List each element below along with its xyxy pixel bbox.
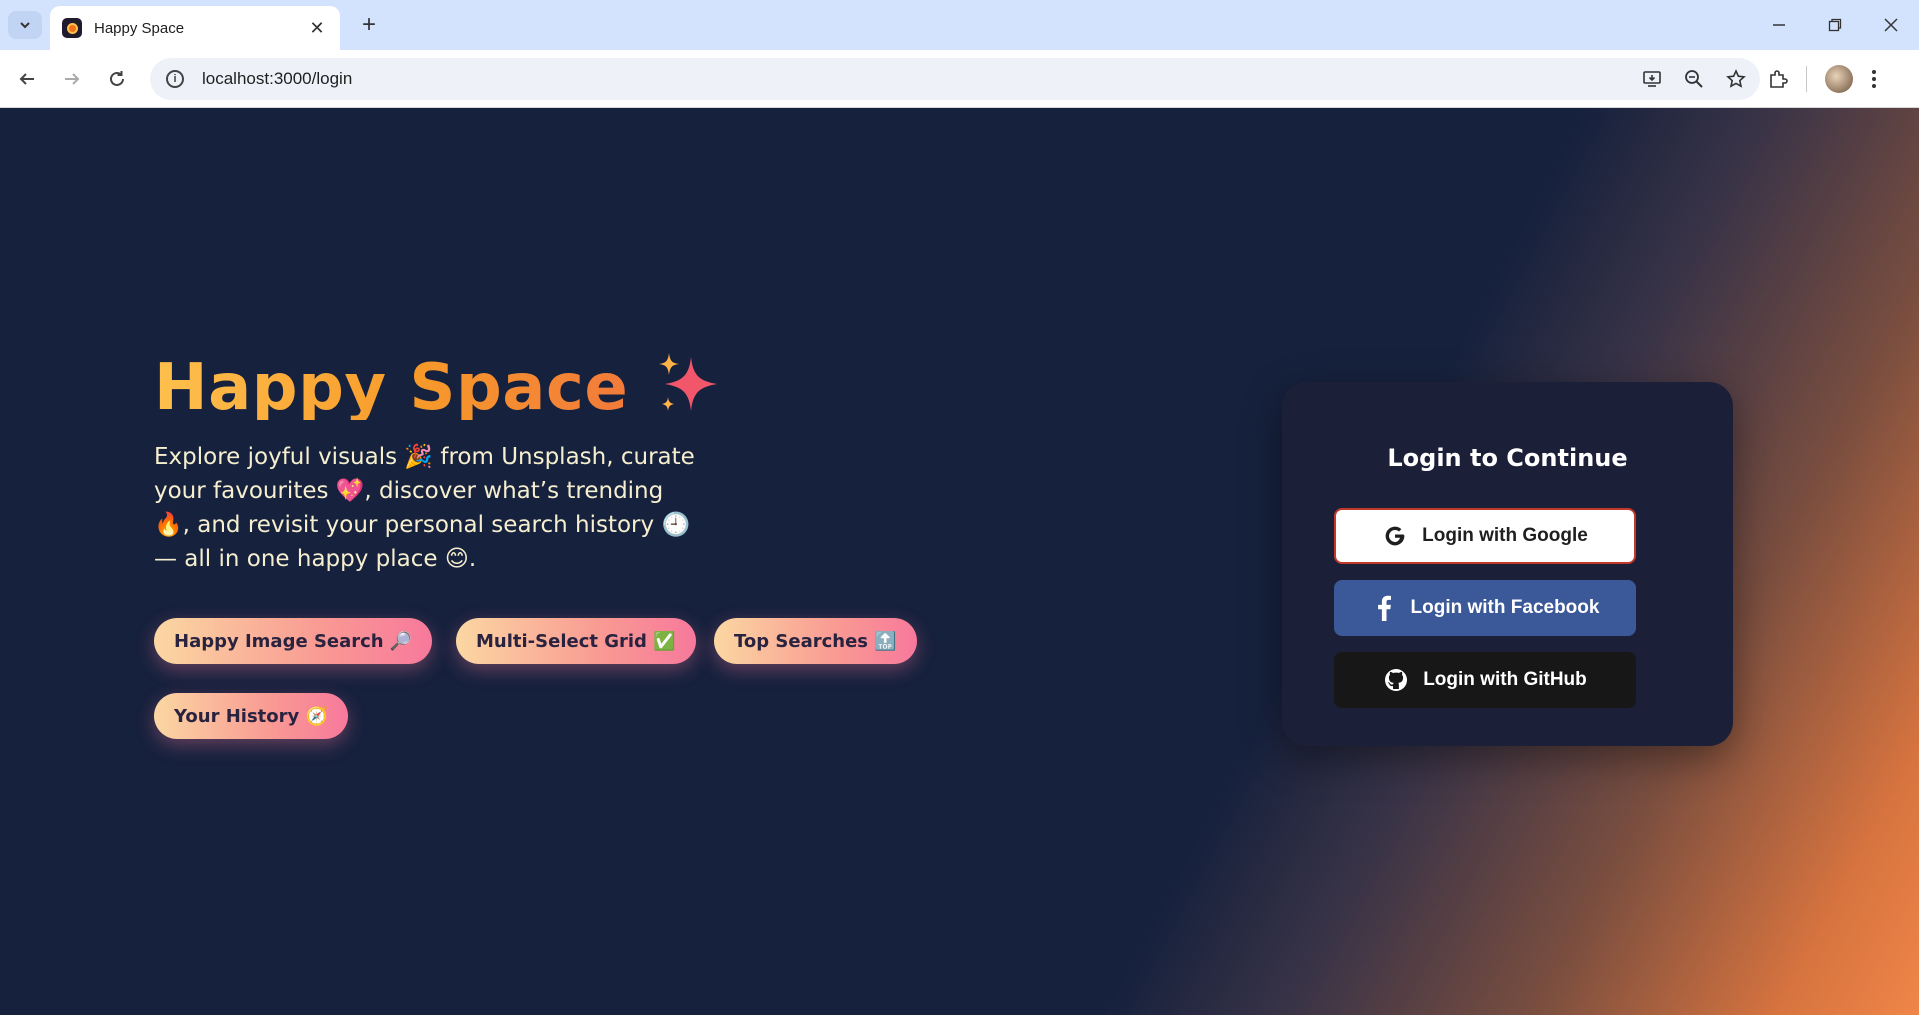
feature-chip-top-searches[interactable]: Top Searches 🔝 xyxy=(714,618,917,664)
chevron-down-icon xyxy=(20,22,30,29)
hero-title: Happy Space xyxy=(154,351,629,425)
back-button[interactable] xyxy=(12,64,42,94)
minimize-button[interactable] xyxy=(1751,0,1807,50)
facebook-icon xyxy=(1371,595,1397,621)
install-app-icon[interactable] xyxy=(1642,69,1662,89)
github-icon xyxy=(1383,667,1409,693)
login-title: Login to Continue xyxy=(1387,444,1628,472)
minimize-icon xyxy=(1773,24,1785,26)
tab-search-button[interactable] xyxy=(8,11,42,39)
feature-chip-image-search[interactable]: Happy Image Search 🔎 xyxy=(154,618,433,664)
extensions-area xyxy=(1768,64,1877,94)
google-icon xyxy=(1382,523,1408,549)
login-page: Happy Space Explore joyful visuals 🎉 fro… xyxy=(0,108,1919,1015)
app-favicon-icon xyxy=(62,18,82,38)
login-github-label: Login with GitHub xyxy=(1423,669,1587,690)
login-card: Login to Continue Login with Google Logi… xyxy=(1282,382,1733,746)
browser-toolbar: i localhost:3000/login xyxy=(0,50,1919,108)
close-tab-icon[interactable]: ✕ xyxy=(306,18,328,39)
feature-chip-multi-select[interactable]: Multi-Select Grid ✅ xyxy=(456,618,696,664)
site-info-icon[interactable]: i xyxy=(166,70,184,88)
zoom-icon[interactable] xyxy=(1684,69,1704,89)
toolbar-separator xyxy=(1806,66,1807,92)
url-text[interactable]: localhost:3000/login xyxy=(202,69,352,89)
close-window-button[interactable] xyxy=(1863,0,1919,50)
browser-tab-bar: Happy Space ✕ + xyxy=(0,0,1919,50)
feature-chip-history[interactable]: Your History 🧭 xyxy=(154,693,348,739)
arrow-right-icon xyxy=(65,73,80,85)
arrow-left-icon xyxy=(19,73,34,85)
login-facebook-label: Login with Facebook xyxy=(1410,597,1600,618)
profile-avatar[interactable] xyxy=(1825,65,1853,93)
login-google-button[interactable]: Login with Google xyxy=(1334,508,1636,564)
address-bar[interactable]: i localhost:3000/login xyxy=(150,58,1760,100)
sparkle-icon xyxy=(655,353,721,420)
login-google-label: Login with Google xyxy=(1422,525,1588,546)
tab-title: Happy Space xyxy=(94,19,185,37)
close-icon xyxy=(1884,18,1898,32)
new-tab-button[interactable]: + xyxy=(354,11,384,39)
browser-tab[interactable]: Happy Space ✕ xyxy=(50,6,340,50)
login-facebook-button[interactable]: Login with Facebook xyxy=(1334,580,1636,636)
window-controls xyxy=(1751,0,1919,50)
reload-icon xyxy=(110,71,124,86)
login-github-button[interactable]: Login with GitHub xyxy=(1334,652,1636,708)
hero-description: Explore joyful visuals 🎉 from Unsplash, … xyxy=(154,444,695,572)
hero-section: Happy Space Explore joyful visuals 🎉 fro… xyxy=(154,353,934,576)
bookmark-star-icon[interactable] xyxy=(1726,69,1746,89)
extensions-icon[interactable] xyxy=(1768,69,1788,89)
address-bar-actions xyxy=(1642,58,1746,100)
reload-button[interactable] xyxy=(102,64,132,94)
forward-button[interactable] xyxy=(57,64,87,94)
restore-button[interactable] xyxy=(1807,0,1863,50)
more-menu-icon[interactable] xyxy=(1871,69,1877,89)
restore-icon xyxy=(1828,18,1842,32)
